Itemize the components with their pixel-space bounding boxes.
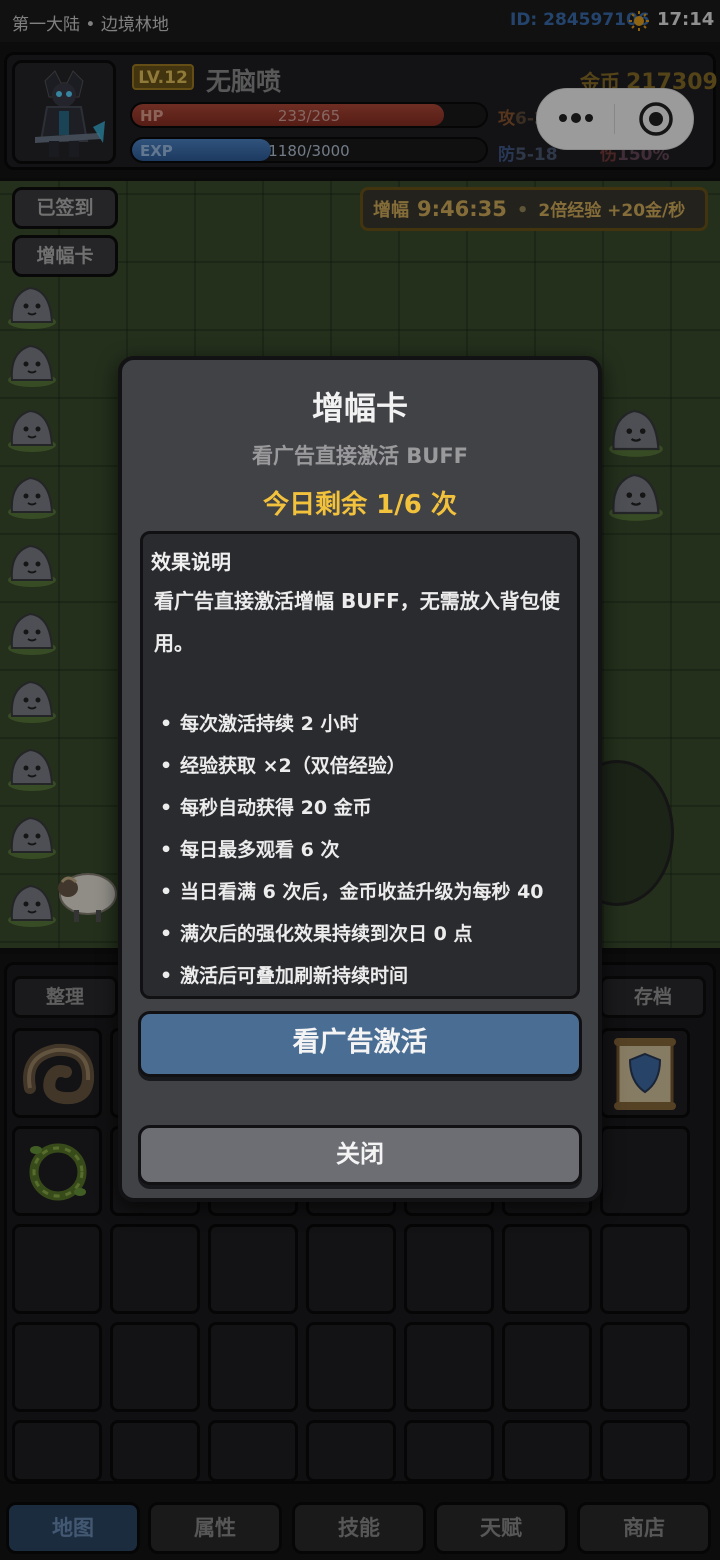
effect-bullet: • 每次激活持续 2 小时 bbox=[160, 709, 358, 736]
effect-bullet: • 满次后的强化效果持续到次日 0 点 bbox=[160, 919, 472, 946]
effect-bullet: • 经验获取 ×2（双倍经验） bbox=[160, 751, 406, 778]
effect-bullet: • 当日看满 6 次后，金币收益升级为每秒 40 bbox=[160, 877, 544, 904]
effect-description: 看广告直接激活增幅 BUFF，无需放入背包使用。 bbox=[154, 589, 560, 655]
bullet-text: 满次后的强化效果持续到次日 0 点 bbox=[180, 923, 473, 945]
bullet-text: 当日看满 6 次后，金币收益升级为每秒 40 bbox=[180, 881, 544, 903]
watch-ad-activate-button[interactable]: 看广告激活 bbox=[138, 1011, 582, 1077]
effect-bullet: • 每秒自动获得 20 金币 bbox=[160, 793, 372, 820]
dialog-title: 增幅卡 bbox=[311, 389, 408, 427]
bullet-text: 每次激活持续 2 小时 bbox=[180, 713, 359, 735]
bullet-dot: • bbox=[160, 755, 173, 777]
bullet-text: 经验获取 ×2（双倍经验） bbox=[180, 755, 406, 777]
close-button[interactable]: 关闭 bbox=[138, 1125, 582, 1185]
bullet-text: 激活后可叠加刷新持续时间 bbox=[180, 965, 409, 987]
bullet-dot: • bbox=[160, 839, 173, 861]
effect-heading: 效果说明 bbox=[151, 550, 231, 574]
dialog-subtitle: 看广告直接激活 BUFF bbox=[251, 444, 469, 468]
bullet-dot: • bbox=[160, 965, 173, 987]
bullet-dot: • bbox=[160, 713, 173, 735]
bullet-text: 每秒自动获得 20 金币 bbox=[180, 797, 372, 819]
bullet-dot: • bbox=[160, 881, 173, 903]
bullet-dot: • bbox=[160, 923, 173, 945]
effect-bullet: • 每日最多观看 6 次 bbox=[160, 835, 339, 862]
effect-bullet: • 激活后可叠加刷新持续时间 bbox=[160, 961, 408, 988]
bullet-dot: • bbox=[160, 797, 173, 819]
bullet-text: 每日最多观看 6 次 bbox=[180, 839, 340, 861]
remaining-count: 今日剩余 1/6 次 bbox=[263, 490, 457, 520]
